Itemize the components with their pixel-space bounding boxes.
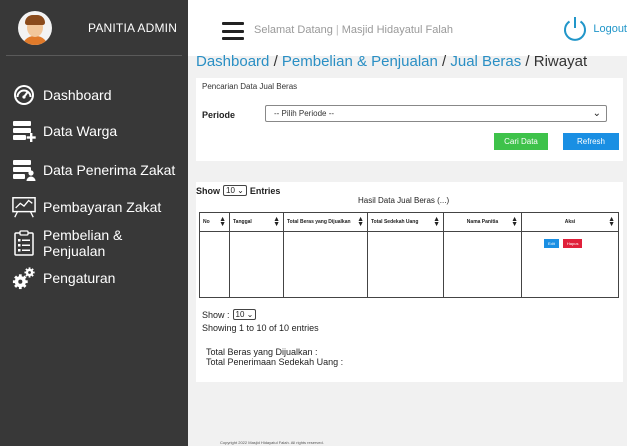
results-table: No ▲ ▼ Tanggal ▲ ▼ Total Beras yang Dijualka…: [199, 212, 619, 298]
column-label: Aksi: [564, 219, 576, 225]
power-icon: [564, 17, 587, 41]
welcome-separator: |: [335, 24, 339, 36]
breadcrumb-separator: /: [442, 53, 447, 70]
table-cell: [443, 231, 522, 298]
clipboard-list-icon: [12, 230, 36, 256]
sidebar-item-data-penerima-zakat[interactable]: Data Penerima Zakat: [12, 158, 175, 182]
column-label: Tanggal: [233, 219, 252, 225]
results-title: Hasil Data Jual Beras (...): [358, 196, 450, 205]
database-add-icon: [12, 119, 36, 143]
sidebar-item-label: Dashboard: [43, 87, 112, 103]
cari-data-button[interactable]: Cari Data: [494, 133, 548, 150]
gears-icon: [12, 266, 36, 290]
database-user-icon: [12, 158, 36, 182]
column-header-aksi[interactable]: Aksi ▲ ▼: [521, 212, 619, 232]
sidebar-title: PANITIA ADMIN: [88, 20, 178, 35]
periode-select-value: -- Pilih Periode --: [274, 109, 335, 118]
search-card: Pencarian Data Jual Beras Periode -- Pil…: [196, 78, 623, 161]
table-cell-aksi: Edit Hapus: [521, 231, 619, 298]
column-label: Total Beras yang Dijualkan: [287, 219, 351, 225]
sort-icon: ▲ ▼: [273, 216, 280, 228]
sidebar-item-pembayaran-zakat[interactable]: Pembayaran Zakat: [12, 195, 161, 219]
show-entries-top: Show 10 ⌄ Entries: [196, 185, 280, 196]
chevron-down-icon: ⌄: [592, 108, 601, 119]
page-size-value: 10: [226, 186, 235, 195]
column-label: Nama Panitia: [466, 219, 499, 225]
refresh-button[interactable]: Refresh: [563, 133, 619, 150]
edit-button[interactable]: Edit: [544, 239, 559, 248]
breadcrumb: Dashboard / Pembelian & Penjualan / Jual…: [196, 53, 587, 70]
sort-icon: ▲ ▼: [608, 216, 615, 228]
table-header-row: No ▲ ▼ Tanggal ▲ ▼ Total Beras yang Dijualka…: [199, 212, 619, 232]
column-label: Total Sedekah Uang: [371, 219, 419, 225]
sort-icon: ▲ ▼: [511, 216, 518, 228]
sidebar-item-label: Data Penerima Zakat: [43, 162, 176, 178]
periode-label: Periode: [202, 110, 236, 120]
hapus-button[interactable]: Hapus: [562, 239, 583, 248]
breadcrumb-separator: /: [273, 53, 278, 70]
showing-entries-text: Showing 1 to 10 of 10 entries: [202, 323, 319, 333]
welcome-label: Selamat Datang: [254, 24, 333, 36]
results-card: Show 10 ⌄ Entries Hasil Data Jual Beras …: [196, 182, 623, 382]
sort-icon: ▲ ▼: [357, 216, 364, 228]
sidebar-item-pembelian-penjualan[interactable]: Pembelian & Penjualan: [12, 227, 188, 259]
show-entries-bottom: Show : 10 ⌄: [202, 309, 259, 320]
avatar: [18, 10, 52, 45]
sidebar-item-dashboard[interactable]: Dashboard: [12, 83, 112, 107]
total-beras-label: Total Beras yang Dijualkan :: [206, 347, 318, 357]
total-sedekah-label: Total Penerimaan Sedekah Uang :: [206, 357, 344, 367]
page-size-value: 10: [235, 310, 245, 319]
breadcrumb-current: Riwayat: [533, 53, 588, 70]
breadcrumb-separator: /: [525, 53, 530, 70]
breadcrumb-jual-beras[interactable]: Jual Beras: [450, 53, 521, 70]
breadcrumb-dashboard[interactable]: Dashboard: [196, 53, 269, 70]
column-header-total-beras[interactable]: Total Beras yang Dijualkan ▲ ▼: [283, 212, 368, 232]
table-row: Edit Hapus: [199, 231, 619, 298]
sidebar-item-pengaturan[interactable]: Pengaturan: [12, 266, 115, 290]
table-cell: [283, 231, 368, 298]
topbar: Selamat Datang | Masjid Hidayatul Falah Lo…: [188, 0, 627, 56]
column-header-no[interactable]: No ▲ ▼: [199, 212, 230, 232]
site-name: Masjid Hidayatul Falah: [341, 24, 454, 36]
sidebar-item-data-warga[interactable]: Data Warga: [12, 119, 117, 143]
breadcrumb-pembelian[interactable]: Pembelian & Penjualan: [282, 53, 438, 70]
sidebar-item-label: Pembelian & Penjualan: [43, 227, 123, 259]
welcome-text: Selamat Datang | Masjid Hidayatul Falah: [254, 24, 453, 36]
column-header-total-sedekah[interactable]: Total Sedekah Uang ▲ ▼: [367, 212, 444, 232]
page-size-select-bottom[interactable]: 10 ⌄: [232, 309, 257, 320]
table-cell: [229, 231, 284, 298]
speedometer-icon: [12, 83, 36, 107]
show-bottom-label: Show :: [202, 309, 230, 320]
logout-label: Logout: [593, 23, 627, 35]
entries-label: Entries: [249, 185, 281, 196]
sidebar-item-label: Data Warga: [43, 123, 118, 139]
table-cell: [199, 231, 230, 298]
table-cell: [367, 231, 444, 298]
sort-icon: ▲ ▼: [433, 216, 440, 228]
column-header-tanggal[interactable]: Tanggal ▲ ▼: [229, 212, 284, 232]
show-label: Show: [196, 185, 220, 196]
sort-icon: ▲ ▼: [219, 216, 226, 228]
sidebar-header: PANITIA ADMIN: [6, 0, 182, 56]
column-header-nama-panitia[interactable]: Nama Panitia ▲ ▼: [443, 212, 522, 232]
hamburger-menu-icon[interactable]: [222, 22, 244, 40]
logout-button[interactable]: Logout: [560, 14, 627, 44]
footer-copyright: Copyright 2022 Masjid Hidayatul Falah. A…: [220, 440, 324, 445]
column-label: No: [203, 219, 210, 225]
periode-select[interactable]: -- Pilih Periode -- ⌄: [265, 105, 607, 122]
page-size-select[interactable]: 10 ⌄: [223, 185, 247, 196]
sidebar-item-label: Pengaturan: [43, 270, 116, 286]
sidebar-item-label: Pembayaran Zakat: [43, 199, 162, 215]
search-card-title: Pencarian Data Jual Beras: [202, 82, 298, 91]
chart-board-icon: [12, 195, 36, 219]
sidebar: PANITIA ADMIN: [0, 0, 188, 446]
